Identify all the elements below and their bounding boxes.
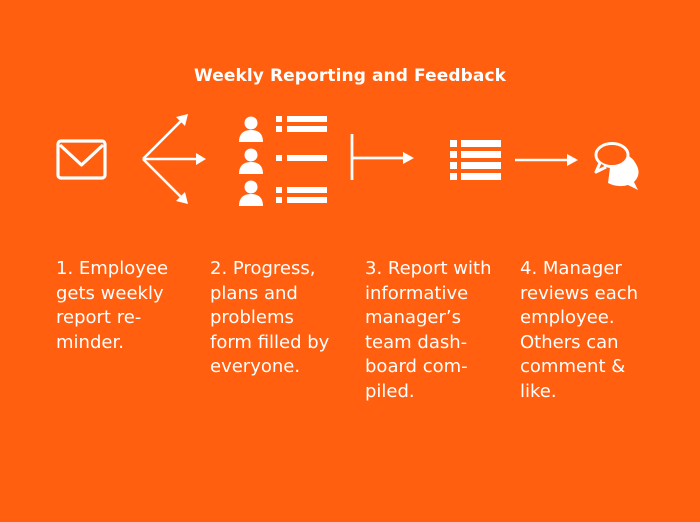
process-icons [56, 114, 639, 206]
step-2-description: 2. Progress, plans and problems form fil… [210, 258, 330, 377]
person-icon [239, 116, 263, 142]
list-icon [450, 140, 501, 180]
merge-arrow-icon [350, 134, 414, 180]
step-1-description: 1. Employee gets weekly report re- minde… [56, 258, 169, 353]
chat-bubbles-icon [594, 142, 639, 190]
envelope-icon [56, 139, 107, 180]
person-icon [239, 148, 263, 174]
step-4-description: 4. Manager reviews each employee. Others… [520, 258, 639, 402]
person-icon [239, 180, 263, 206]
step-3-description: 3. Report with informative manager’s tea… [365, 258, 492, 402]
branching-arrows-icon [142, 114, 206, 204]
right-arrow-icon [515, 154, 578, 166]
people-forms-icon [239, 116, 327, 206]
form-rows-icon [276, 116, 327, 203]
